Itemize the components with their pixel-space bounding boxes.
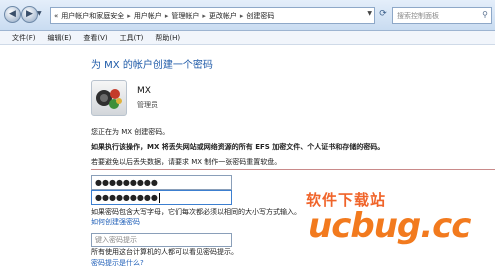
search-input[interactable]: 搜索控制面板 ⚲ (392, 7, 492, 24)
user-name: MX (137, 86, 151, 96)
breadcrumb[interactable]: « 用户帐户和家庭安全 ▸ 用户帐户 ▸ 管理帐户 ▸ 更改帐户 ▸ 创建密码 … (50, 7, 375, 24)
chevron-right-icon: ▸ (164, 11, 169, 20)
page-title: 为 MX 的帐户创建一个密码 (91, 60, 213, 71)
address-toolbar: ◀ ▶ ▼ « 用户帐户和家庭安全 ▸ 用户帐户 ▸ 管理帐户 ▸ 更改帐户 ▸… (0, 0, 495, 31)
menu-file[interactable]: 文件(F) (12, 33, 36, 43)
user-role: 管理员 (137, 101, 158, 109)
breadcrumb-overflow-icon[interactable]: « (54, 12, 58, 20)
forward-button[interactable]: ▶ (21, 6, 38, 23)
menu-bar: 文件(F) 编辑(E) 查看(V) 工具(T) 帮助(H) (0, 31, 495, 45)
warning-text: 如果执行该操作，MX 将丢失网站或网络资源的所有 EFS 加密文件、个人证书和存… (91, 143, 385, 151)
menu-help[interactable]: 帮助(H) (155, 33, 180, 43)
case-note: 如果密码包含大写字母，它们每次都必须以相同的大小写方式输入。 (91, 208, 301, 216)
chevron-right-icon: ▸ (202, 11, 206, 20)
new-password-field[interactable]: ●●●●●●●●● (91, 175, 232, 190)
divider (91, 169, 495, 170)
watermark-logo: ucbug.cc (308, 206, 471, 246)
creating-text: 您正在为 MX 创建密码。 (91, 128, 170, 136)
crumb-change-account[interactable]: 更改帐户 (209, 11, 237, 21)
menu-view[interactable]: 查看(V) (83, 33, 107, 43)
text-caret (158, 192, 160, 203)
menu-tools[interactable]: 工具(T) (120, 33, 144, 43)
chevron-right-icon: ▸ (127, 11, 131, 20)
password-hint-input[interactable]: 键入密码提示 (91, 233, 232, 247)
refresh-icon[interactable]: ⟳ (377, 8, 389, 20)
user-avatar (91, 80, 127, 116)
search-placeholder: 搜索控制面板 (397, 12, 439, 20)
menu-edit[interactable]: 编辑(E) (48, 33, 72, 43)
crumb-user-accounts[interactable]: 用户帐户 (134, 11, 162, 21)
back-button[interactable]: ◀ (4, 6, 21, 23)
strong-password-link[interactable]: 如何创建强密码 (91, 217, 140, 227)
crumb-create-password[interactable]: 创建密码 (246, 11, 274, 21)
hint-note: 所有使用这台计算机的人都可以看见密码提示。 (91, 248, 238, 256)
confirm-password-value: ●●●●●●●●● (95, 193, 158, 202)
recent-pages-dropdown-icon[interactable]: ▼ (37, 10, 42, 17)
crumb-manage-accounts[interactable]: 管理帐户 (171, 11, 199, 21)
reset-disk-tip: 若要避免以后丢失数据，请要求 MX 制作一张密码重置软盘。 (91, 158, 282, 166)
crumb-family-safety[interactable]: 用户帐户和家庭安全 (61, 11, 124, 21)
chevron-down-icon[interactable]: ▼ (367, 10, 372, 17)
confirm-password-field[interactable]: ●●●●●●●●● (91, 190, 232, 205)
avatar-picture-icon (96, 89, 122, 109)
chevron-right-icon: ▸ (239, 11, 244, 20)
search-icon[interactable]: ⚲ (482, 10, 488, 19)
